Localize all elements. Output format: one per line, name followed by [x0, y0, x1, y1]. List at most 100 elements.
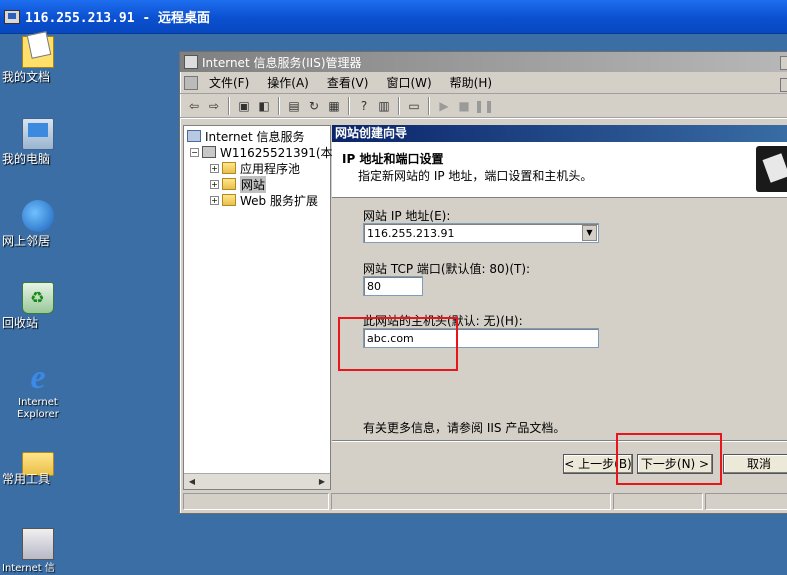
back-arrow-icon[interactable]: ⇦ — [184, 97, 204, 115]
window-control-button[interactable] — [780, 56, 787, 70]
wizard-heading: IP 地址和端口设置 — [342, 152, 444, 166]
desktop-icon-recycle-bin[interactable]: 回收站 — [2, 282, 74, 329]
desktop-icon-tools-folder[interactable]: 常用工具 — [2, 446, 74, 485]
tree-item-label: 应用程序池 — [240, 161, 301, 176]
tree-item-server[interactable]: − W11625521391(本地 — [190, 144, 345, 160]
refresh-icon[interactable]: ↻ — [304, 97, 324, 115]
desktop-icon-label: 我的文档 — [2, 70, 51, 84]
tree-item-web-extensions[interactable]: + Web 服务扩展 — [210, 192, 318, 208]
website-creation-wizard[interactable]: 网站创建向导 IP 地址和端口设置 指定新网站的 IP 地址，端口设置和主机头。… — [332, 125, 787, 490]
cancel-button[interactable]: 取消 — [723, 454, 787, 474]
desktop-icon-iis-shortcut[interactable]: Internet 信 — [2, 528, 74, 574]
menu-view[interactable]: 查看(V) — [318, 74, 378, 91]
expand-icon[interactable]: + — [210, 195, 219, 205]
collapse-icon[interactable]: − — [190, 147, 199, 157]
back-button[interactable]: < 上一步(B) — [563, 454, 633, 474]
my-computer-icon — [22, 118, 54, 150]
desktop-icon-internet-explorer[interactable]: e Internet Explorer — [2, 359, 74, 421]
help-icon[interactable]: ? — [354, 97, 374, 115]
menu-action[interactable]: 操作(A) — [258, 74, 318, 91]
up-folder-icon[interactable]: ▣ — [234, 97, 254, 115]
expand-icon[interactable]: + — [210, 163, 219, 173]
desktop-icon-my-documents[interactable]: 我的文档 — [2, 36, 74, 83]
desktop-icon-label: Internet 信 — [2, 563, 55, 574]
toolbar: ⇦ ⇨ ▣ ◧ ▤ ↻ ▦ ? ▥ ▭ ▶ ■ ❚❚ — [180, 94, 787, 118]
stop-icon[interactable]: ■ — [454, 97, 474, 115]
tree-item-websites[interactable]: + 网站 — [210, 175, 267, 193]
remote-desktop-icon — [4, 9, 20, 24]
wizard-header: IP 地址和端口设置 指定新网站的 IP 地址，端口设置和主机头。 — [332, 142, 787, 198]
folder-icon — [222, 178, 236, 190]
properties-icon[interactable]: ▤ — [284, 97, 304, 115]
tree-item-label: W11625521391(本地 — [220, 145, 345, 160]
toolbar-separator — [428, 96, 430, 115]
iis-app-icon — [184, 55, 198, 69]
iis-manager-window[interactable]: Internet 信息服务(IIS)管理器 文件(F) 操作(A) 查看(V) … — [179, 51, 787, 514]
wizard-title: 网站创建向导 — [332, 125, 787, 142]
ip-address-combobox[interactable]: 116.255.213.91 ▼ — [363, 223, 599, 243]
toolbar-separator — [228, 96, 230, 115]
remote-desktop-title: 116.255.213.91 - 远程桌面 — [25, 11, 211, 26]
next-button[interactable]: 下一步(N) > — [637, 454, 713, 474]
iis-window-titlebar[interactable]: Internet 信息服务(IIS)管理器 — [180, 52, 787, 72]
tree-item-iis-root[interactable]: Internet 信息服务 — [187, 128, 304, 144]
show-tree-icon[interactable]: ◧ — [254, 97, 274, 115]
tcp-port-label: 网站 TCP 端口(默认值: 80)(T): — [363, 262, 531, 276]
export-list-icon[interactable]: ▦ — [324, 97, 344, 115]
iis-window-title: Internet 信息服务(IIS)管理器 — [202, 55, 362, 70]
toolbar-separator — [278, 96, 280, 115]
tree-pane[interactable]: Internet 信息服务 − W11625521391(本地 + 应用程序池 … — [183, 125, 345, 490]
toolbar-separator — [348, 96, 350, 115]
tree-item-app-pools[interactable]: + 应用程序池 — [210, 160, 300, 176]
dropdown-arrow-icon[interactable]: ▼ — [582, 225, 597, 241]
desktop-icon-label: Internet Explorer — [17, 397, 59, 420]
tree-item-label: Web 服务扩展 — [240, 193, 318, 208]
folder-icon — [222, 194, 236, 206]
menu-file[interactable]: 文件(F) — [200, 74, 258, 91]
computer-icon[interactable]: ▭ — [404, 97, 424, 115]
desktop-icon-label: 回收站 — [2, 316, 39, 330]
menu-help[interactable]: 帮助(H) — [441, 74, 501, 91]
menu-window[interactable]: 窗口(W) — [377, 74, 440, 91]
scroll-right-icon[interactable]: ▶ — [316, 476, 328, 487]
console-icon[interactable]: ▥ — [374, 97, 394, 115]
server-icon — [202, 146, 216, 158]
host-header-input[interactable]: abc.com — [363, 328, 599, 348]
internet-explorer-icon: e — [30, 359, 46, 396]
network-places-icon — [22, 200, 54, 232]
tree-item-label: Internet 信息服务 — [205, 129, 305, 144]
app-menu-icon[interactable] — [184, 75, 198, 90]
forward-arrow-icon[interactable]: ⇨ — [204, 97, 224, 115]
desktop-icon-label: 常用工具 — [2, 472, 51, 486]
status-pane — [331, 493, 611, 510]
iis-shortcut-icon — [22, 528, 54, 560]
folder-icon — [222, 162, 236, 174]
menu-bar: 文件(F) 操作(A) 查看(V) 窗口(W) 帮助(H) — [180, 72, 787, 94]
host-header-label: 此网站的主机头(默认: 无)(H): — [363, 314, 523, 328]
expand-icon[interactable]: + — [210, 179, 219, 189]
tcp-port-input[interactable]: 80 — [363, 276, 423, 296]
tree-horizontal-scrollbar[interactable]: ◀ ▶ — [184, 473, 330, 489]
desktop-icon-network-places[interactable]: 网上邻居 — [2, 200, 74, 247]
ip-address-value: 116.255.213.91 — [367, 227, 455, 240]
more-info-text: 有关更多信息，请参阅 IIS 产品文档。 — [363, 421, 566, 435]
ip-address-label: 网站 IP 地址(E): — [363, 209, 451, 223]
recycle-bin-icon — [22, 282, 54, 314]
tree-item-label: 网站 — [240, 175, 267, 193]
play-icon[interactable]: ▶ — [434, 97, 454, 115]
status-bar — [183, 493, 787, 511]
status-pane — [613, 493, 703, 510]
wizard-logo-icon — [756, 146, 787, 192]
desktop-icon-label: 网上邻居 — [2, 234, 51, 248]
wizard-button-area: < 上一步(B) 下一步(N) > 取消 — [332, 440, 787, 490]
pause-icon[interactable]: ❚❚ — [474, 97, 494, 115]
status-pane — [183, 493, 329, 510]
desktop-icon-my-computer[interactable]: 我的电脑 — [2, 118, 74, 165]
scroll-left-icon[interactable]: ◀ — [186, 476, 198, 487]
status-pane — [705, 493, 787, 510]
toolbar-separator — [398, 96, 400, 115]
iis-node-icon — [187, 130, 201, 142]
remote-desktop-titlebar[interactable]: 116.255.213.91 - 远程桌面 — [0, 0, 787, 34]
desktop-icon-label: 我的电脑 — [2, 152, 51, 166]
mdi-control-button[interactable] — [780, 78, 787, 92]
